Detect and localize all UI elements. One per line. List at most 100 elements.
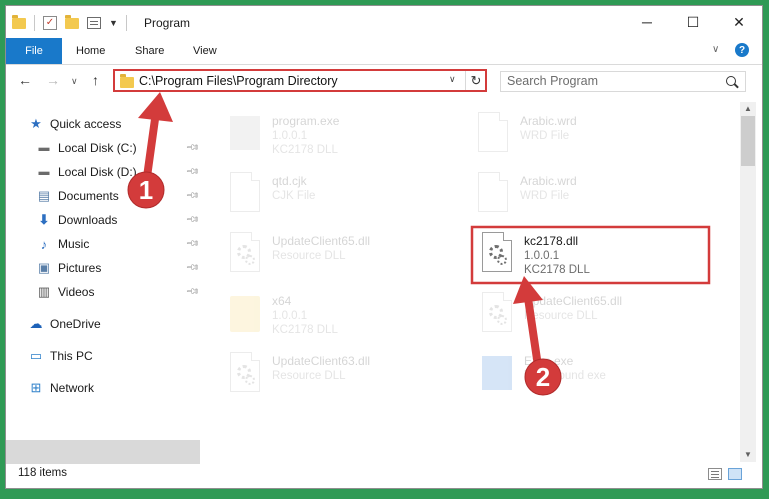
address-dropdown-chevron-icon[interactable]: ∨	[449, 74, 456, 85]
pictures-icon: ▣	[37, 260, 51, 275]
toolbar-divider	[34, 15, 35, 31]
exe-icon	[482, 352, 514, 396]
file-name: x64	[272, 294, 292, 308]
sidebar-item-videos[interactable]: ▥ Videos 📌︎	[36, 281, 201, 303]
file-detail: 1.0.0.1	[272, 310, 308, 322]
toolbar-divider	[125, 15, 127, 31]
pin-icon[interactable]: 📌︎	[185, 188, 200, 204]
tab-file[interactable]: File	[6, 38, 62, 64]
scroll-down-arrow-icon[interactable]: ▼	[740, 448, 756, 460]
file-detail: KC2178 DLL	[272, 144, 338, 156]
pin-icon[interactable]: 📌︎	[185, 260, 200, 276]
tab-view[interactable]: View	[193, 38, 217, 64]
pin-icon[interactable]: 📌︎	[185, 212, 200, 228]
list-item[interactable]: Exec.exe background exe	[476, 348, 716, 404]
pin-icon[interactable]: 📌︎	[185, 140, 200, 156]
forward-arrow-icon[interactable]: →	[46, 72, 60, 88]
file-detail: CJK File	[272, 190, 316, 202]
expand-ribbon-chevron-icon[interactable]: ∨	[712, 44, 719, 55]
downloads-icon: ⬇	[38, 212, 50, 227]
refresh-icon[interactable]: ↻	[465, 71, 486, 90]
properties-check-icon[interactable]: ✓	[43, 16, 57, 30]
list-item[interactable]: UpdateClient65.dll Resource DLL	[224, 228, 464, 284]
sidebar-item-label: This PC	[50, 349, 93, 363]
pin-icon[interactable]: 📌︎	[185, 236, 200, 252]
list-item[interactable]: UpdateClient63.dll Resource DLL	[224, 348, 464, 404]
scroll-up-arrow-icon[interactable]: ▲	[740, 102, 756, 114]
sidebar-item-label: Downloads	[58, 213, 118, 227]
details-view-icon[interactable]	[708, 468, 722, 480]
quick-access-toolbar: ✓ ▼	[12, 14, 127, 31]
sidebar-item-label: Videos	[58, 285, 95, 299]
close-button[interactable]: ✕	[716, 6, 762, 38]
sidebar-item-label: Pictures	[58, 261, 102, 275]
new-folder-icon[interactable]	[65, 14, 79, 29]
sidebar-item-pictures[interactable]: ▣ Pictures 📌︎	[36, 257, 201, 279]
search-input[interactable]	[507, 74, 707, 88]
back-arrow-icon[interactable]: ←	[18, 72, 32, 88]
exe-icon	[230, 112, 262, 156]
explorer-window: ✓ ▼ Program ─ ☐ ✕ File Home Share View ∨…	[5, 5, 763, 489]
up-arrow-icon[interactable]: ↑	[92, 72, 99, 88]
sidebar-item-network[interactable]: ⊞ Network	[28, 377, 200, 399]
computer-icon: ▭	[29, 348, 43, 363]
dll-icon	[230, 232, 262, 276]
sidebar-item-local-disk-c[interactable]: ▬ Local Disk (C:) 📌︎	[36, 137, 201, 159]
recent-locations-chevron-icon[interactable]: ∨	[71, 76, 78, 87]
file-name: kc2178.dll	[524, 234, 579, 248]
tab-home[interactable]: Home	[76, 38, 105, 64]
title-bar: ✓ ▼ Program ─ ☐ ✕	[6, 6, 762, 38]
help-icon[interactable]: ?	[735, 43, 749, 57]
list-item[interactable]: Arabic.wrd WRD File	[472, 108, 712, 164]
sidebar-item-music[interactable]: ♪ Music 📌︎	[36, 233, 201, 255]
minimize-button[interactable]: ─	[624, 6, 670, 38]
sidebar-item-downloads[interactable]: ⬇ Downloads 📌︎	[36, 209, 201, 231]
file-name: Arabic.wrd	[520, 174, 577, 188]
sidebar-item-local-disk-d[interactable]: ▬ Local Disk (D:) 📌︎	[36, 161, 201, 183]
item-count: 118 items	[18, 467, 68, 479]
view-options-icon[interactable]	[87, 17, 101, 29]
file-name: UpdateClient65.dll	[524, 294, 623, 308]
sidebar-item-label: Documents	[58, 189, 119, 203]
window-title: Program	[144, 16, 191, 30]
list-item-kc2178-dll[interactable]: kc2178.dll 1.0.0.1 KC2178 DLL	[476, 228, 716, 284]
address-path[interactable]: C:\Program Files\Program Directory	[139, 74, 338, 88]
document-icon	[478, 172, 510, 216]
list-item[interactable]: x64 1.0.0.1 KC2178 DLL	[224, 288, 464, 344]
sidebar-item-documents[interactable]: ▤ Documents 📌︎	[36, 185, 201, 207]
maximize-button[interactable]: ☐	[670, 6, 716, 38]
list-item[interactable]: program.exe 1.0.0.1 KC2178 DLL	[224, 108, 464, 164]
cloud-icon: ☁	[29, 316, 43, 331]
pin-icon[interactable]: 📌︎	[185, 284, 200, 300]
address-row: ← → ∨ ↑ C:\Program Files\Program Directo…	[6, 65, 762, 98]
ribbon-tabs: File Home Share View ∨ ?	[6, 38, 762, 65]
list-item[interactable]: qtd.cjk CJK File	[224, 168, 464, 224]
dll-icon	[482, 292, 514, 336]
sidebar-item-label: Network	[50, 381, 95, 395]
address-bar[interactable]: C:\Program Files\Program Directory ∨ ↻	[113, 69, 487, 92]
videos-icon: ▥	[37, 284, 51, 299]
drive-icon: ▬	[38, 142, 50, 154]
file-name: Arabic.wrd	[520, 114, 577, 128]
document-icon	[478, 112, 510, 156]
tab-share[interactable]: Share	[135, 38, 164, 64]
sidebar-item-label: Local Disk (D:)	[58, 165, 137, 179]
vertical-scrollbar[interactable]: ▲ ▼	[740, 102, 756, 462]
large-icons-view-icon[interactable]	[728, 468, 742, 480]
list-item[interactable]: UpdateClient65.dll Resource DLL	[476, 288, 716, 344]
file-name: UpdateClient63.dll	[272, 354, 371, 368]
dll-icon	[230, 352, 262, 396]
list-item[interactable]: Arabic.wrd WRD File	[472, 168, 712, 224]
scrollbar-thumb[interactable]	[741, 116, 755, 166]
file-name: program.exe	[272, 114, 340, 128]
sidebar-item-this-pc[interactable]: ▭ This PC	[28, 345, 200, 367]
pin-icon[interactable]: 📌︎	[185, 164, 200, 180]
search-icon[interactable]	[726, 76, 736, 86]
file-name: Exec.exe	[524, 354, 574, 368]
folder-icon[interactable]	[12, 14, 26, 29]
customize-toolbar-chevron-icon[interactable]: ▼	[109, 18, 118, 28]
sidebar-item-onedrive[interactable]: ☁ OneDrive	[28, 313, 200, 335]
music-icon: ♪	[40, 236, 48, 252]
sidebar-item-quick-access[interactable]: ★ Quick access	[28, 113, 200, 135]
file-detail: Resource DLL	[524, 310, 598, 322]
